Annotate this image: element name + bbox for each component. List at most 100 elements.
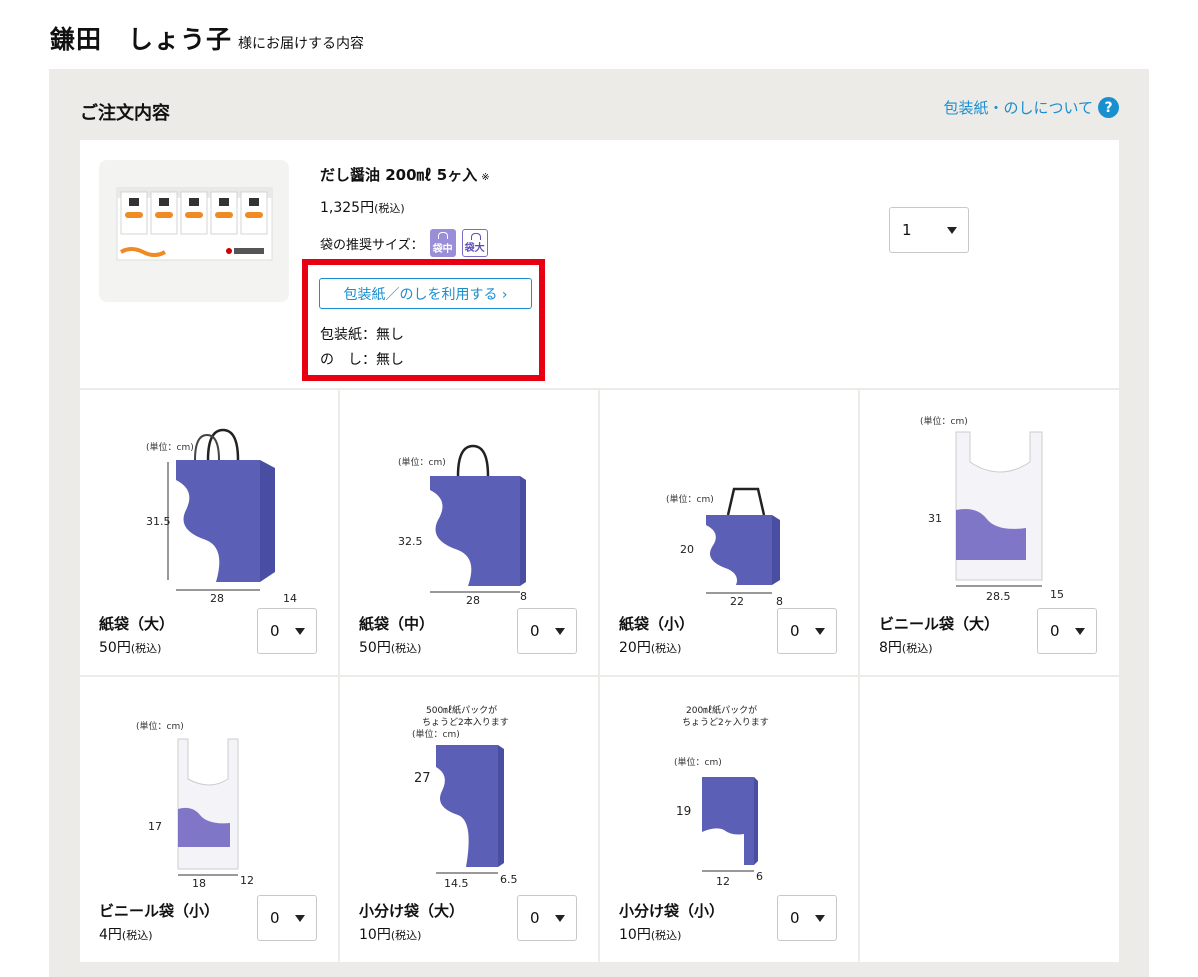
product-note-mark: ※ [481, 172, 490, 183]
dim-depth: 6 [756, 870, 763, 883]
vinyl-bag-small-image: (単位：cm) 17 18 12 [136, 720, 254, 890]
dim-width: 28 [466, 594, 480, 605]
bag-price: 10円(税込) [619, 924, 681, 944]
chevron-down-icon [555, 628, 565, 635]
bag-option-paper-large: (単位：cm) 31.5 28 14 紙袋（大） 50円(税込) 0 [80, 390, 338, 675]
product-name-text: だし醤油 200㎖ 5ヶ入 [320, 166, 478, 184]
dim-height: 31.5 [146, 515, 171, 528]
bag-options-grid: (単位：cm) 31.5 28 14 紙袋（大） 50円(税込) 0 (単位：c… [80, 390, 1119, 962]
unit-note: (単位：cm) [666, 493, 714, 505]
bag-tax-label: (税込) [650, 929, 682, 942]
bag-option-pouch-large: 500㎖紙パックが ちょうど2本入ります (単位：cm) 27 14.5 6.5… [340, 677, 598, 962]
recommended-bag-size: 袋の推奨サイズ： 袋中 袋大 [320, 229, 488, 257]
bag-price-value: 20円 [619, 640, 651, 656]
bag-quantity-select[interactable]: 0 [777, 608, 837, 654]
bag-quantity-value: 0 [530, 909, 540, 927]
bag-price: 20円(税込) [619, 637, 681, 657]
bag-quantity-select[interactable]: 0 [1037, 608, 1097, 654]
bag-large-icon: 袋大 [461, 229, 488, 257]
unit-note: (単位：cm) [674, 756, 722, 768]
dim-width: 18 [192, 877, 206, 890]
unit-note: (単位：cm) [412, 728, 460, 740]
dim-depth: 15 [1050, 588, 1064, 601]
chevron-down-icon [1075, 628, 1085, 635]
bag-name: 紙袋（中） [359, 615, 435, 633]
bag-name: 紙袋（大） [99, 615, 175, 633]
bag-name: 紙袋（小） [619, 615, 695, 633]
dim-width: 12 [716, 875, 730, 888]
dim-width: 28 [210, 592, 224, 605]
dim-height: 17 [148, 820, 162, 833]
bag-price-value: 50円 [99, 640, 131, 656]
pouch-large-image: 500㎖紙パックが ちょうど2本入ります (単位：cm) 27 14.5 6.5 [412, 704, 518, 890]
bag-quantity-select[interactable]: 0 [517, 895, 577, 941]
order-title: ご注文内容 [80, 103, 170, 124]
bag-quantity-value: 0 [270, 622, 280, 640]
dim-height: 19 [676, 804, 691, 818]
bag-tax-label: (税込) [390, 642, 422, 655]
bag-name: ビニール袋（小） [99, 902, 220, 920]
dim-depth: 8 [520, 590, 527, 603]
bag-caption-line: 200㎖紙パックが [686, 704, 757, 716]
bag-caption-line: 500㎖紙パックが [426, 704, 497, 716]
dim-height: 27 [414, 771, 431, 786]
bag-option-pouch-small: 200㎖紙パックが ちょうど2ヶ入ります (単位：cm) 19 12 6 小分け… [600, 677, 858, 962]
bag-quantity-select[interactable]: 0 [777, 895, 837, 941]
product-card: だし醤油 200㎖ 5ヶ入 ※ 1,325円(税込) 袋の推奨サイズ： 袋中 袋大… [80, 140, 1119, 388]
bag-quantity-select[interactable]: 0 [517, 608, 577, 654]
product-quantity-select[interactable]: 1 [889, 207, 969, 253]
noshi-status: の し：無し [320, 352, 404, 368]
bag-option-paper-small: (単位：cm) 20 22 8 紙袋（小） 20円(税込) 0 [600, 390, 858, 675]
bag-quantity-select[interactable]: 0 [257, 608, 317, 654]
bag-option-paper-medium: (単位：cm) 32.5 28 8 紙袋（中） 50円(税込) 0 [340, 390, 598, 675]
bag-price-value: 8円 [879, 640, 902, 656]
wrap-info-link[interactable]: 包装紙・のしについて ? [943, 97, 1119, 118]
bag-medium-icon: 袋中 [429, 229, 456, 257]
bag-price: 10円(税込) [359, 924, 421, 944]
vinyl-bag-large-image: (単位：cm) 31 28.5 15 [920, 415, 1064, 603]
bag-price-value: 4円 [99, 927, 122, 943]
bag-name: ビニール袋（大） [879, 615, 1000, 633]
chevron-down-icon [947, 227, 957, 234]
dim-width: 14.5 [444, 877, 469, 890]
dim-height: 20 [680, 543, 694, 556]
pouch-small-image: 200㎖紙パックが ちょうど2ヶ入ります (単位：cm) 19 12 6 [674, 704, 769, 888]
dim-depth: 14 [283, 592, 297, 605]
bag-price-value: 10円 [619, 927, 651, 943]
recipient-name: 鎌田 しょう子 [50, 25, 233, 54]
product-tax-label: (税込) [374, 202, 405, 215]
bag-tax-label: (税込) [650, 642, 682, 655]
question-circle-icon[interactable]: ? [1098, 97, 1119, 118]
chevron-down-icon [555, 915, 565, 922]
bag-option-vinyl-large: (単位：cm) 31 28.5 15 ビニール袋（大） 8円(税込) 0 [860, 390, 1119, 675]
bag-price-value: 10円 [359, 927, 391, 943]
paper-bag-small-image: (単位：cm) 20 22 8 [666, 487, 783, 605]
recipient-suffix: 様にお届けする内容 [238, 36, 365, 52]
bag-size-label: 袋の推奨サイズ： [320, 237, 424, 253]
wrap-paper-status: 包装紙：無し [320, 327, 404, 343]
dim-width: 28.5 [986, 590, 1011, 603]
use-wrap-noshi-button[interactable]: 包装紙／のしを利用する › [319, 278, 532, 309]
bag-name: 小分け袋（小） [619, 902, 725, 920]
bag-quantity-value: 0 [530, 622, 540, 640]
bag-quantity-value: 0 [1050, 622, 1060, 640]
bag-tax-label: (税込) [121, 929, 153, 942]
bag-quantity-value: 0 [790, 622, 800, 640]
paper-bag-medium-image: (単位：cm) 32.5 28 8 [398, 444, 527, 605]
unit-note: (単位：cm) [136, 720, 184, 732]
bag-quantity-value: 0 [270, 909, 280, 927]
wrap-status: 包装紙：無し の し：無し [320, 323, 404, 373]
bag-quantity-value: 0 [790, 909, 800, 927]
order-panel: ご注文内容 包装紙・のしについて ? だし醤油 200㎖ 5ヶ入 ※ 1,325… [49, 69, 1149, 977]
bag-price: 50円(税込) [359, 637, 421, 657]
dim-height: 31 [928, 512, 942, 525]
bag-quantity-select[interactable]: 0 [257, 895, 317, 941]
dim-height: 32.5 [398, 535, 423, 548]
bag-caption-line: ちょうど2本入ります [422, 716, 509, 728]
product-name: だし醤油 200㎖ 5ヶ入 ※ [320, 164, 490, 185]
chevron-down-icon [295, 915, 305, 922]
bag-price: 50円(税込) [99, 637, 161, 657]
dim-width: 22 [730, 595, 744, 605]
product-quantity-value: 1 [902, 221, 912, 239]
chevron-down-icon [815, 628, 825, 635]
